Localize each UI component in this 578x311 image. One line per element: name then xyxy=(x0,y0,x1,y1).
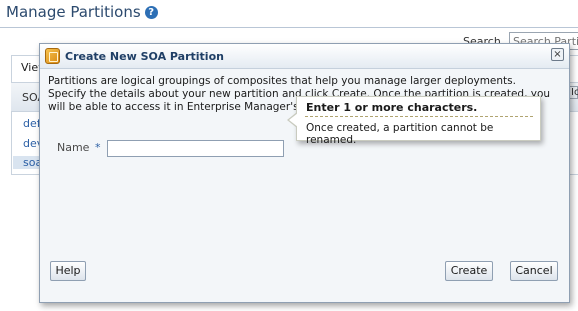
name-field[interactable] xyxy=(107,140,284,157)
create-button[interactable]: Create xyxy=(445,261,493,281)
hint-title: Enter 1 or more characters. xyxy=(306,101,478,114)
cancel-button[interactable]: Cancel xyxy=(510,261,558,281)
dialog-titlebar[interactable]: Create New SOA Partition × xyxy=(40,44,569,69)
column-header-icon[interactable]: Ic xyxy=(569,86,578,99)
required-indicator: * xyxy=(95,141,101,154)
close-icon[interactable]: × xyxy=(551,48,564,61)
title-divider xyxy=(0,27,578,28)
page-title-text: Manage Partitions xyxy=(6,3,141,21)
table-row[interactable]: soa xyxy=(13,156,42,169)
partition-icon xyxy=(45,48,60,64)
help-icon[interactable]: ? xyxy=(144,5,158,19)
create-partition-dialog: Create New SOA Partition × Partitions ar… xyxy=(39,43,570,303)
hint-divider xyxy=(305,116,533,117)
table-row[interactable]: def xyxy=(23,117,41,130)
name-label: Name xyxy=(57,141,90,154)
dialog-title: Create New SOA Partition xyxy=(65,50,224,63)
hint-text: Once created, a partition cannot be rena… xyxy=(306,122,494,146)
page-title: Manage Partitions ? xyxy=(6,3,158,21)
name-hint-popup: Enter 1 or more characters. Once created… xyxy=(287,96,541,146)
help-button[interactable]: Help xyxy=(50,261,86,281)
